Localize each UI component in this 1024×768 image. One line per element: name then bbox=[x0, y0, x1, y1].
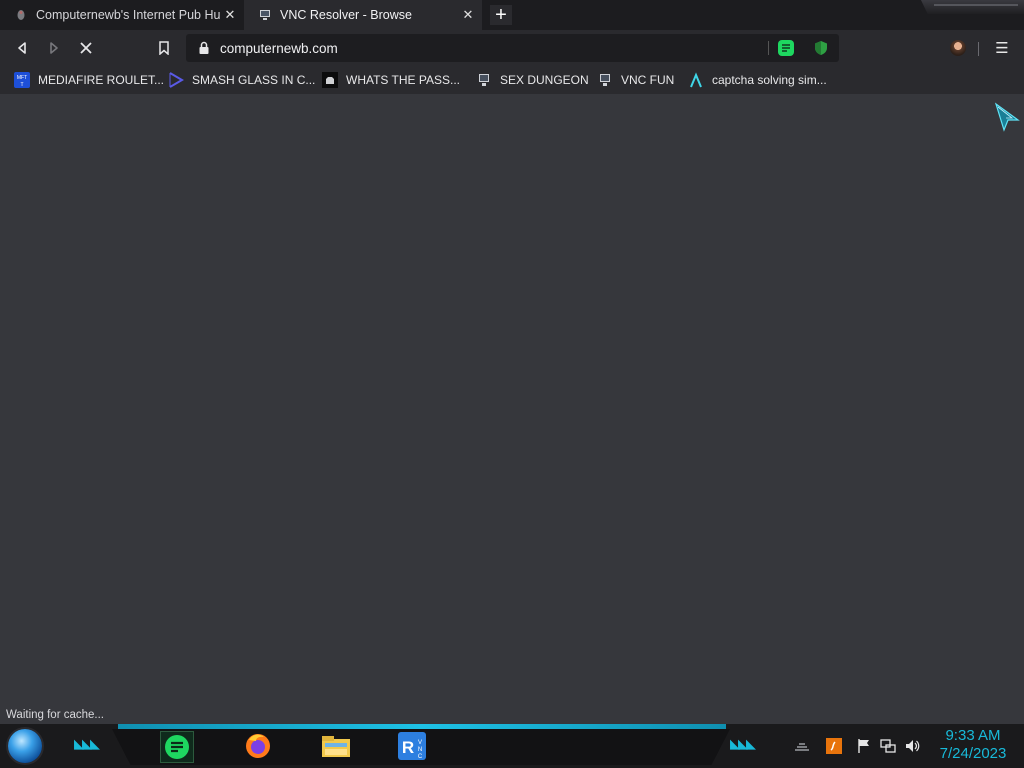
browser-menu-button[interactable]: ☰ bbox=[994, 39, 1010, 57]
bookmark-vnc-fun[interactable]: VNC FUN bbox=[597, 66, 674, 94]
page-content bbox=[0, 94, 1024, 724]
cat-icon bbox=[322, 72, 338, 88]
chevron-logo-icon bbox=[168, 72, 184, 88]
vnc-icon bbox=[597, 72, 613, 88]
bookmark-sex-dungeon[interactable]: SEX DUNGEON bbox=[476, 66, 589, 94]
bookmark-label: captcha solving sim... bbox=[712, 73, 827, 87]
svg-text:T: T bbox=[20, 82, 23, 88]
browser-toolbar: computernewb.com ☰ bbox=[0, 30, 1024, 66]
tab-title: VNC Resolver - Browse bbox=[280, 8, 412, 22]
firefox-taskbar-button[interactable] bbox=[242, 731, 274, 761]
lock-icon bbox=[199, 41, 209, 54]
taskbar: ◣◣◣ ◣◣◣ RVNC bbox=[0, 724, 1024, 768]
java-update-icon[interactable] bbox=[826, 738, 842, 754]
volume-icon[interactable] bbox=[904, 738, 920, 754]
bookmark-label: SEX DUNGEON bbox=[500, 73, 589, 87]
loading-favicon-icon bbox=[14, 8, 28, 22]
svg-text:V: V bbox=[418, 740, 422, 746]
tab-title: Computernewb's Internet Pub Hub bbox=[36, 8, 220, 22]
new-tab-button[interactable]: + bbox=[490, 5, 512, 25]
file-explorer-taskbar-button[interactable] bbox=[320, 731, 352, 761]
vnc-resolver-icon: R VNC bbox=[398, 732, 426, 760]
firefox-icon bbox=[246, 734, 270, 758]
start-button[interactable] bbox=[8, 729, 42, 763]
bookmark-label: WHATS THE PASS... bbox=[346, 73, 461, 87]
bookmark-mediafire[interactable]: MFT T MEDIAFIRE ROULET... bbox=[14, 66, 164, 94]
spotify-icon bbox=[165, 735, 189, 759]
stop-loading-button[interactable] bbox=[76, 38, 96, 58]
bookmark-button[interactable] bbox=[154, 38, 174, 58]
bookmark-whats-the-pass[interactable]: WHATS THE PASS... bbox=[322, 66, 460, 94]
bookmark-label: SMASH GLASS IN C... bbox=[192, 73, 316, 87]
toolbar-divider bbox=[978, 42, 979, 56]
taskbar-chevron-decoration: ◣◣◣ bbox=[74, 736, 100, 751]
lambda-icon bbox=[688, 72, 704, 88]
bookmark-label: MEDIAFIRE ROULET... bbox=[38, 73, 165, 87]
status-bubble: Waiting for cache... bbox=[0, 706, 111, 724]
taskbar-chevron-decoration: ◣◣◣ bbox=[730, 736, 756, 751]
back-button[interactable] bbox=[12, 38, 32, 58]
shield-extension-icon[interactable] bbox=[813, 40, 829, 56]
file-explorer-icon bbox=[322, 736, 350, 757]
mouse-cursor-icon bbox=[994, 102, 1020, 132]
forward-button[interactable] bbox=[44, 38, 64, 58]
action-center-flag-icon[interactable] bbox=[856, 738, 872, 754]
svg-text:R: R bbox=[402, 738, 414, 757]
close-tab-icon[interactable]: ✕ bbox=[220, 7, 240, 23]
bookmark-icon bbox=[159, 41, 169, 55]
spotify-extension-icon[interactable] bbox=[778, 40, 794, 56]
clock-time: 9:33 AM bbox=[945, 727, 1001, 744]
bookmark-smash-glass[interactable]: SMASH GLASS IN C... bbox=[168, 66, 315, 94]
window-frame-decoration bbox=[920, 0, 1024, 14]
svg-text:C: C bbox=[418, 754, 423, 760]
bookmark-label: VNC FUN bbox=[621, 73, 675, 87]
vnc-favicon-icon bbox=[258, 8, 272, 22]
close-icon bbox=[80, 42, 92, 54]
back-arrow-icon bbox=[18, 42, 26, 54]
clock-date: 7/24/2023 bbox=[939, 745, 1007, 762]
svg-text:MFT: MFT bbox=[17, 75, 27, 81]
url-text: computernewb.com bbox=[220, 40, 338, 56]
bookmark-captcha[interactable]: captcha solving sim... bbox=[688, 66, 827, 94]
mediafire-icon: MFT T bbox=[14, 72, 30, 88]
vnc-icon bbox=[476, 72, 492, 88]
spotify-taskbar-button[interactable] bbox=[160, 731, 194, 763]
vnc-resolver-taskbar-button[interactable]: RVNC bbox=[396, 731, 428, 761]
tab-vnc-resolver[interactable]: VNC Resolver - Browse ✕ bbox=[244, 0, 482, 30]
tab-strip: Computernewb's Internet Pub Hub ✕ VNC Re… bbox=[0, 0, 1024, 30]
tab-computernewb[interactable]: Computernewb's Internet Pub Hub ✕ bbox=[0, 0, 244, 30]
bookmarks-bar: MFT T MEDIAFIRE ROULET... SMASH GLASS IN … bbox=[0, 66, 1024, 94]
taskbar-glow bbox=[118, 724, 726, 729]
tray-show-hidden-icon[interactable] bbox=[794, 738, 810, 754]
forward-arrow-icon bbox=[50, 42, 58, 54]
omnibox-divider bbox=[768, 41, 769, 55]
taskbar-clock[interactable]: 9:33 AM 7/24/2023 bbox=[928, 727, 1018, 763]
svg-text:N: N bbox=[418, 747, 422, 753]
avatar[interactable] bbox=[950, 40, 966, 56]
address-bar[interactable]: computernewb.com bbox=[186, 34, 839, 62]
close-tab-icon[interactable]: ✕ bbox=[458, 7, 478, 23]
network-icon[interactable] bbox=[880, 738, 896, 754]
